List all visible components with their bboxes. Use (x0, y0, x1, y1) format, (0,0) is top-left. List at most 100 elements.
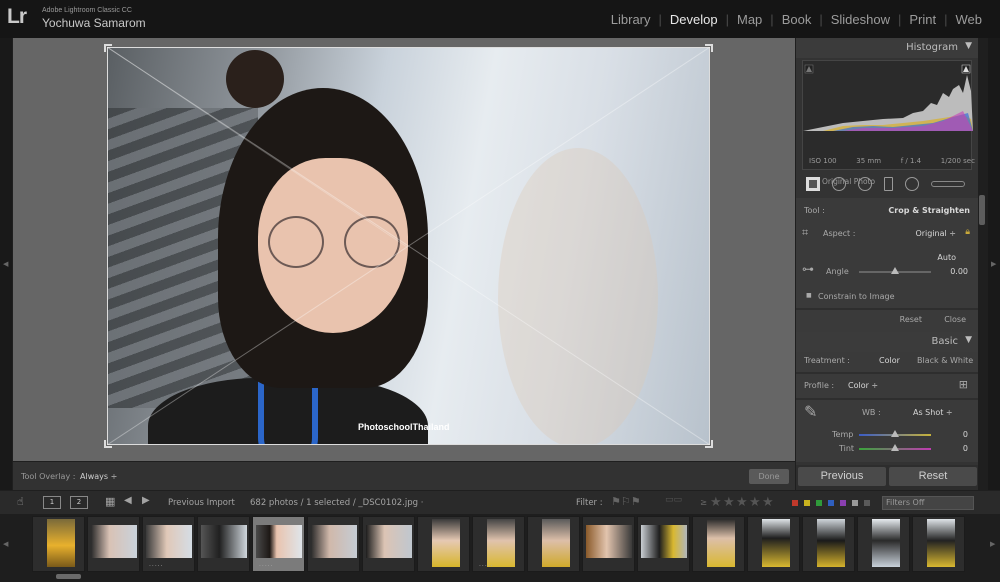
color-label-purple[interactable] (840, 500, 846, 506)
aspect-select[interactable]: Original ÷ (915, 229, 956, 238)
profile-select[interactable]: Color ÷ (848, 381, 878, 390)
temp-value[interactable]: 0 (963, 430, 968, 439)
crop-handle-tl[interactable] (104, 44, 112, 52)
adjustment-brush-icon[interactable] (931, 181, 965, 187)
filmstrip-thumb[interactable]: ····· (142, 516, 195, 572)
filmstrip-thumb[interactable]: ····· (472, 516, 525, 572)
star-icon[interactable]: ★ (749, 495, 761, 510)
second-window-toggle[interactable]: 2 (70, 496, 88, 509)
filmstrip-thumb[interactable] (802, 516, 855, 572)
wb-select[interactable]: As Shot ÷ (913, 408, 953, 417)
wb-eyedropper-icon[interactable]: ✎ (804, 402, 817, 421)
tool-overlay-select[interactable]: Always ÷ (80, 472, 117, 481)
photo-count[interactable]: 682 photos / 1 selected / _DSC0102.jpg · (250, 498, 423, 508)
filmstrip-thumb[interactable] (637, 516, 690, 572)
filmstrip-thumb[interactable] (87, 516, 140, 572)
histogram-area[interactable]: ISO 100 35 mm f / 1.4 1/200 sec Original… (802, 60, 975, 186)
secondary-display-icon[interactable]: ☝ (17, 495, 24, 508)
source-label[interactable]: Previous Import (168, 498, 235, 508)
module-book[interactable]: Book (774, 12, 820, 27)
expand-left-icon[interactable]: ◀ (3, 260, 8, 268)
filmstrip-thumb[interactable] (912, 516, 965, 572)
temp-slider-thumb[interactable] (891, 430, 899, 437)
filmstrip-left-icon[interactable]: ◀ (3, 540, 8, 548)
filmstrip-thumb[interactable] (747, 516, 800, 572)
crop-tool-icon[interactable] (806, 177, 820, 191)
module-print[interactable]: Print (901, 12, 944, 27)
filmstrip-thumb[interactable] (197, 516, 250, 572)
star-icon[interactable]: ★ (762, 495, 774, 510)
filmstrip-thumb-selected[interactable]: ····· (252, 516, 305, 572)
image-canvas[interactable]: PhotoschoolThailand (13, 38, 795, 461)
reset-button[interactable]: Reset (889, 467, 977, 486)
filmstrip-thumb[interactable] (362, 516, 415, 572)
treatment-bw[interactable]: Black & White (917, 356, 973, 365)
crop-overlay[interactable] (107, 47, 710, 445)
angle-slider-thumb[interactable] (891, 267, 899, 274)
tool-value: Crop & Straighten (888, 206, 970, 215)
forward-arrow-icon[interactable]: ▶ (142, 495, 150, 506)
crop-reset-button[interactable]: Reset (900, 315, 922, 324)
filmstrip-thumb[interactable] (692, 516, 745, 572)
back-arrow-icon[interactable]: ◀ (124, 495, 132, 506)
histogram-header[interactable]: Histogram ▼ (796, 38, 978, 58)
module-map[interactable]: Map (729, 12, 770, 27)
color-label-green[interactable] (816, 500, 822, 506)
color-label-custom[interactable] (852, 500, 858, 506)
done-button[interactable]: Done (749, 469, 789, 484)
right-panel-edge[interactable]: ▶ (988, 38, 1000, 490)
filmstrip-thumb[interactable] (307, 516, 360, 572)
module-slideshow[interactable]: Slideshow (823, 12, 898, 27)
crop-handle-br[interactable] (705, 440, 713, 448)
filmstrip-thumb[interactable] (32, 516, 85, 572)
filmstrip-thumb[interactable] (582, 516, 635, 572)
filmstrip-right-icon[interactable]: ▶ (990, 540, 995, 548)
module-develop[interactable]: Develop (662, 12, 726, 27)
flag-filter-icon[interactable]: ⚑⚐⚑ (611, 495, 641, 508)
constrain-checkbox[interactable]: ■ (806, 292, 812, 299)
radial-filter-icon[interactable] (905, 177, 919, 191)
spot-removal-icon[interactable] (832, 177, 846, 191)
star-icon[interactable]: ★ (723, 495, 735, 510)
histogram-graph (803, 64, 973, 131)
graduated-filter-icon[interactable] (884, 177, 893, 191)
color-label-blue[interactable] (828, 500, 834, 506)
crop-handle-tr[interactable] (705, 44, 713, 52)
collapse-triangle-icon[interactable]: ▼ (965, 41, 972, 51)
filmstrip-thumb[interactable] (527, 516, 580, 572)
auto-button[interactable]: Auto (937, 253, 956, 262)
filmstrip[interactable]: ◀ ····· ····· ····· ▶ (0, 514, 1000, 582)
tint-slider-thumb[interactable] (891, 444, 899, 451)
main-window-toggle[interactable]: 1 (43, 496, 61, 509)
treatment-color[interactable]: Color (879, 356, 900, 365)
right-panel-scrollbar[interactable] (979, 195, 985, 225)
collapse-triangle-icon[interactable]: ▼ (965, 335, 972, 345)
lock-icon[interactable]: 🔒︎ (965, 227, 970, 237)
filmstrip-thumb[interactable] (857, 516, 910, 572)
grid-view-icon[interactable]: ▦ (105, 495, 115, 508)
color-label-yellow[interactable] (804, 500, 810, 506)
filmstrip-thumb[interactable] (417, 516, 470, 572)
star-icon[interactable]: ★ (736, 495, 748, 510)
left-panel-collapsed[interactable]: ◀ (0, 38, 12, 490)
filter-preset-select[interactable]: Filters Off (882, 496, 974, 510)
straighten-level-icon[interactable]: ⊶ (802, 262, 814, 276)
angle-value[interactable]: 0.00 (950, 267, 968, 276)
crop-frame-icon[interactable]: ⌗ (802, 226, 808, 240)
previous-button[interactable]: Previous (798, 467, 886, 486)
basic-header[interactable]: Basic ▼ (796, 332, 978, 352)
crop-handle-bl[interactable] (104, 440, 112, 448)
red-eye-icon[interactable] (858, 177, 872, 191)
profile-browser-icon[interactable]: ⊞ (959, 378, 968, 391)
star-icon[interactable]: ★ (710, 495, 722, 510)
module-library[interactable]: Library (603, 12, 659, 27)
collapse-right-icon[interactable]: ▶ (991, 260, 996, 268)
rating-operator-icon[interactable]: ≥ (700, 498, 707, 508)
color-label-red[interactable] (792, 500, 798, 506)
module-web[interactable]: Web (948, 12, 991, 27)
crop-close-button[interactable]: Close (944, 315, 966, 324)
edit-filter-icon[interactable]: ▭▭ (665, 495, 682, 505)
filmstrip-scrollbar[interactable] (56, 574, 81, 579)
color-label-none[interactable] (864, 500, 870, 506)
tint-value[interactable]: 0 (963, 444, 968, 453)
